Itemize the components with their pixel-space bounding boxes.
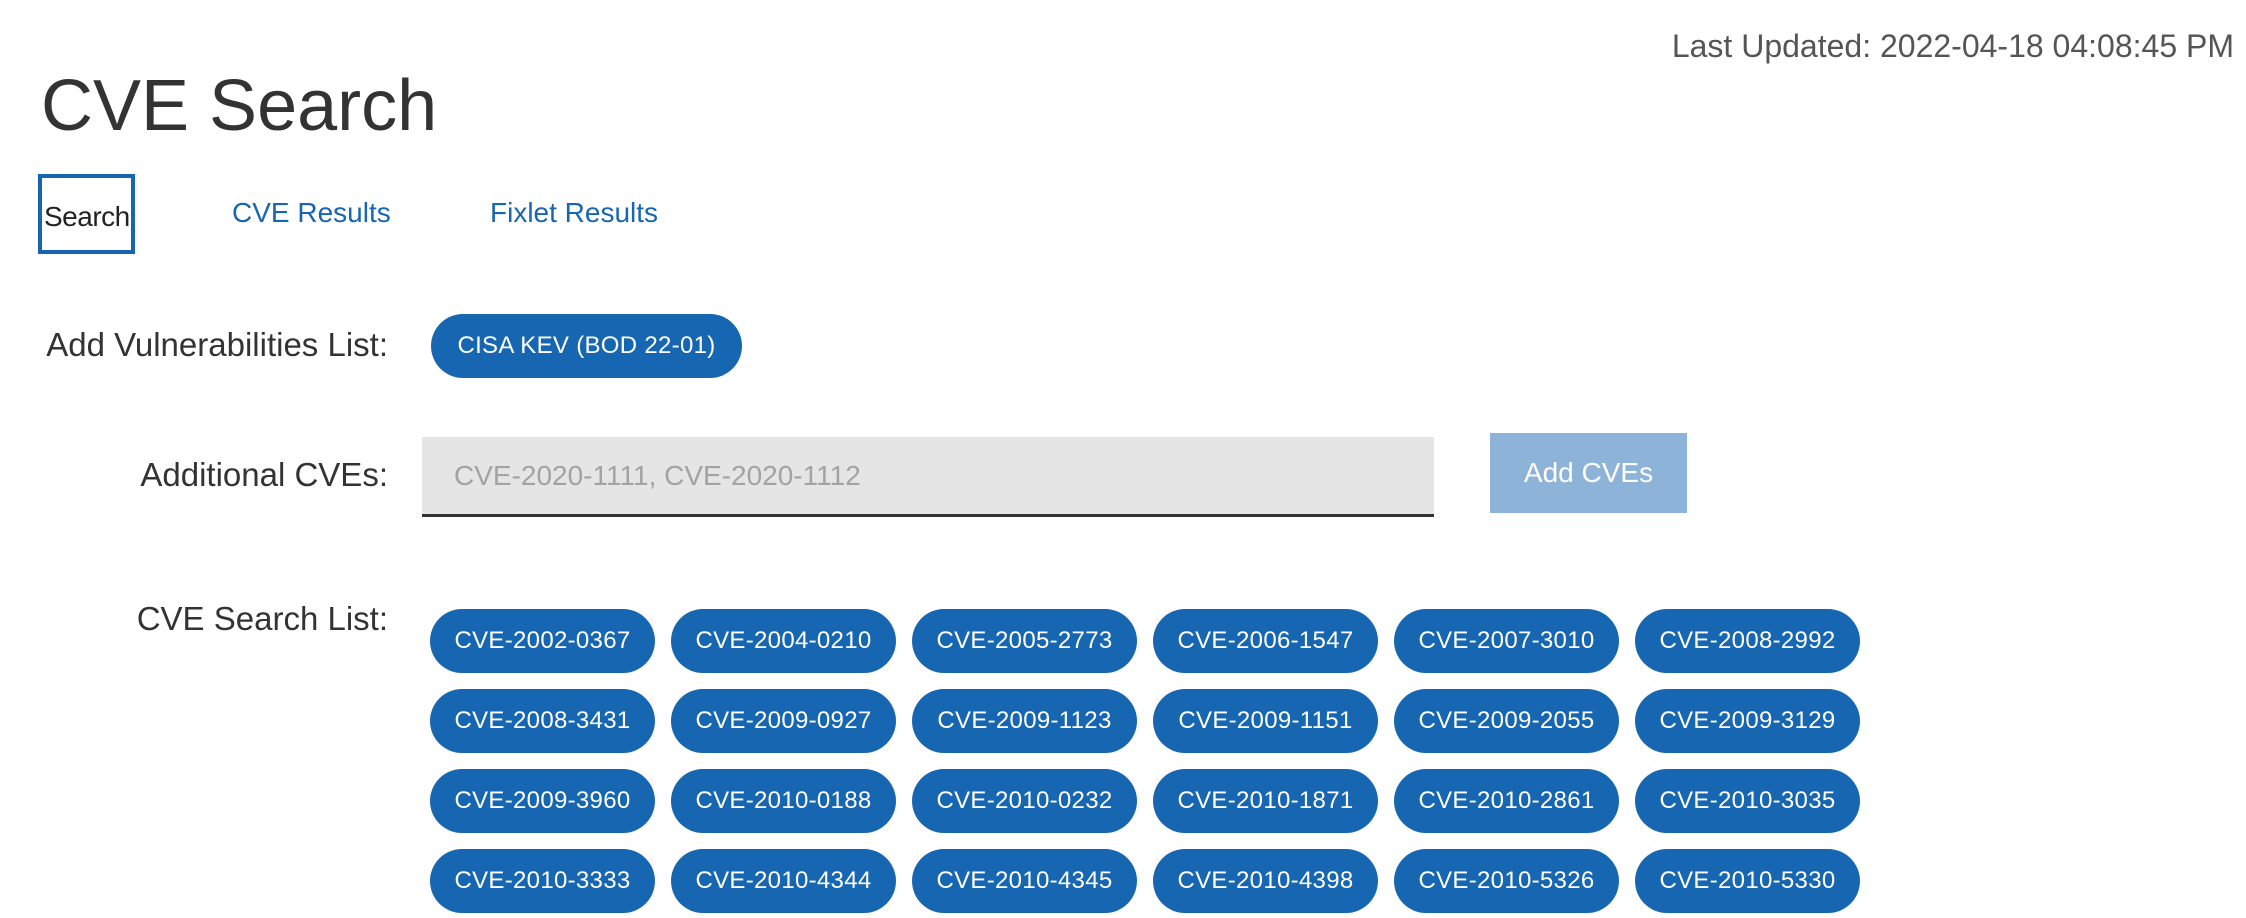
add-vulnerabilities-label: Add Vulnerabilities List: <box>46 326 388 363</box>
cve-chip[interactable]: CVE-2008-2992 <box>1635 609 1860 673</box>
cve-chip[interactable]: CVE-2009-3960 <box>430 769 655 833</box>
cve-chip[interactable]: CVE-2002-0367 <box>430 609 655 673</box>
cve-chip[interactable]: CVE-2010-5330 <box>1635 849 1860 913</box>
cve-chip[interactable]: CVE-2006-1547 <box>1153 609 1378 673</box>
last-updated-timestamp: Last Updated: 2022-04-18 04:08:45 PM <box>1671 28 2234 64</box>
cve-chip[interactable]: CVE-2009-1151 <box>1153 689 1378 753</box>
cve-chip[interactable]: CVE-2010-3333 <box>430 849 655 913</box>
cve-chip[interactable]: CVE-2010-2861 <box>1394 769 1619 833</box>
cve-chip[interactable]: CVE-2010-0188 <box>671 769 896 833</box>
cve-chip[interactable]: CVE-2010-5326 <box>1394 849 1619 913</box>
cve-search-list-label: CVE Search List: <box>136 600 388 637</box>
cve-chip[interactable]: CVE-2009-1123 <box>912 689 1137 753</box>
cve-search-list: CVE-2002-0367 CVE-2004-0210 CVE-2005-2773 C… <box>430 609 1870 913</box>
cve-chip[interactable]: CVE-2010-0232 <box>912 769 1137 833</box>
tab-search[interactable]: Search <box>38 174 135 254</box>
cisa-kev-list-button[interactable]: CISA KEV (BOD 22-01) <box>431 314 742 378</box>
tab-fixlet-results[interactable]: Fixlet Results <box>490 174 658 254</box>
page-title: CVE Search <box>41 66 438 146</box>
cve-chip[interactable]: CVE-2009-3129 <box>1635 689 1860 753</box>
cve-chip[interactable]: CVE-2010-4344 <box>671 849 896 913</box>
additional-cves-input[interactable] <box>422 437 1434 517</box>
cve-chip[interactable]: CVE-2010-3035 <box>1635 769 1860 833</box>
cve-chip[interactable]: CVE-2008-3431 <box>430 689 655 753</box>
cve-chip[interactable]: CVE-2007-3010 <box>1394 609 1619 673</box>
cve-chip[interactable]: CVE-2004-0210 <box>671 609 896 673</box>
cve-chip[interactable]: CVE-2005-2773 <box>912 609 1137 673</box>
cve-chip[interactable]: CVE-2010-4345 <box>912 849 1137 913</box>
cve-chip[interactable]: CVE-2009-0927 <box>671 689 896 753</box>
cve-chip[interactable]: CVE-2010-1871 <box>1153 769 1378 833</box>
tab-cve-results[interactable]: CVE Results <box>232 174 391 254</box>
additional-cves-label: Additional CVEs: <box>140 456 388 493</box>
cve-chip[interactable]: CVE-2009-2055 <box>1394 689 1619 753</box>
cve-chip[interactable]: CVE-2010-4398 <box>1153 849 1378 913</box>
add-cves-button[interactable]: Add CVEs <box>1490 433 1687 513</box>
